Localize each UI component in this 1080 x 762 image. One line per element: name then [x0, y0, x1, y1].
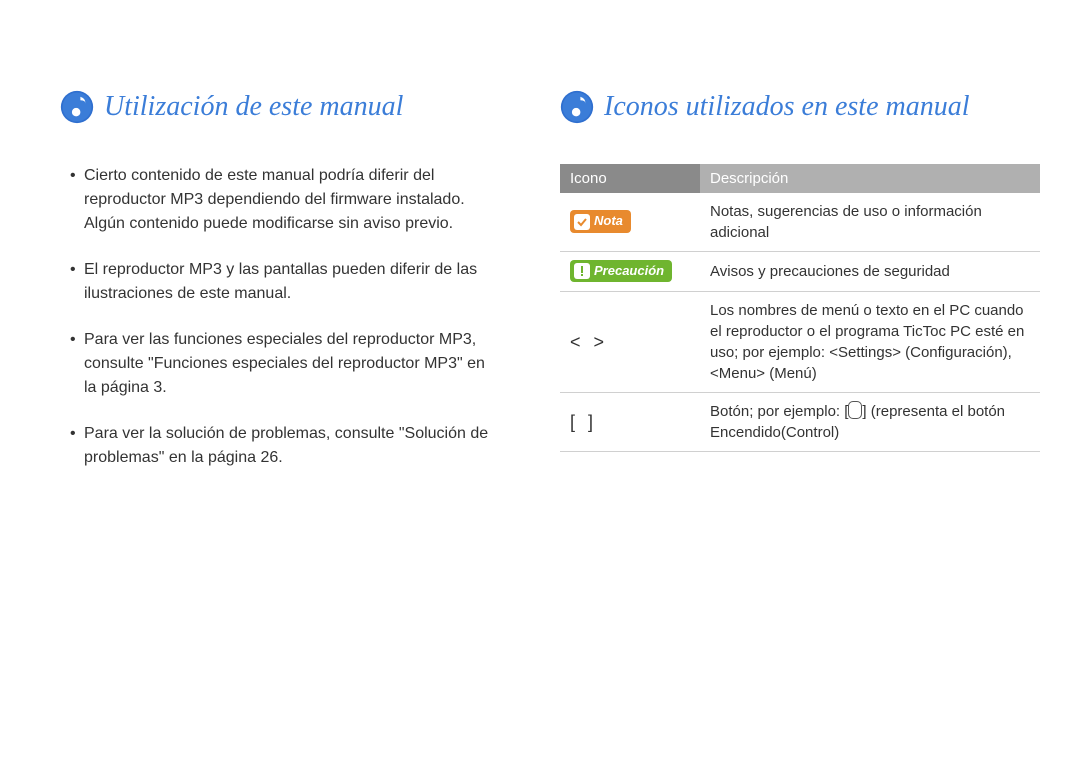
icon-cell-bracket: [ ]: [560, 393, 700, 452]
bullet-item: El reproductor MP3 y las pantallas puede…: [70, 258, 500, 306]
music-note-icon: [60, 90, 94, 124]
header-descripcion: Descripción: [700, 164, 1040, 193]
table-row: Precaución Avisos y precauciones de segu…: [560, 252, 1040, 292]
bullet-item: Para ver la solución de problemas, consu…: [70, 422, 500, 470]
icons-table: Icono Descripción Nota Notas, sugerenci: [560, 164, 1040, 452]
table-row: [ ] Botón; por ejemplo: [] (representa e…: [560, 393, 1040, 452]
right-column: Iconos utilizados en este manual Icono D…: [560, 90, 1040, 492]
table-row: < > Los nombres de menú o texto en el PC…: [560, 292, 1040, 393]
precaucion-badge: Precaución: [570, 260, 672, 282]
header-icono: Icono: [560, 164, 700, 193]
desc-cell: Botón; por ejemplo: [] (representa el bo…: [700, 393, 1040, 452]
button-glyph-icon: [848, 401, 862, 419]
left-bullet-list: Cierto contenido de este manual podría d…: [60, 164, 500, 470]
music-note-icon: [560, 90, 594, 124]
exclamation-icon: [574, 263, 590, 279]
table-header-row: Icono Descripción: [560, 164, 1040, 193]
nota-label: Nota: [594, 212, 623, 230]
check-icon: [574, 214, 590, 230]
desc-cell: Los nombres de menú o texto en el PC cua…: [700, 292, 1040, 393]
icon-cell-angle: < >: [560, 292, 700, 393]
right-heading: Iconos utilizados en este manual: [560, 90, 1040, 124]
manual-page: Utilización de este manual Cierto conten…: [0, 0, 1080, 532]
desc-pre: Botón; por ejemplo: [: [710, 403, 848, 420]
table-row: Nota Notas, sugerencias de uso o informa…: [560, 193, 1040, 252]
icon-cell-nota: Nota: [560, 193, 700, 252]
desc-cell: Avisos y precauciones de seguridad: [700, 252, 1040, 292]
precaucion-label: Precaución: [594, 262, 664, 280]
bullet-item: Para ver las funciones especiales del re…: [70, 328, 500, 400]
left-title: Utilización de este manual: [104, 91, 403, 123]
right-title: Iconos utilizados en este manual: [604, 91, 970, 123]
left-column: Utilización de este manual Cierto conten…: [60, 90, 500, 492]
icon-cell-precaucion: Precaución: [560, 252, 700, 292]
bullet-item: Cierto contenido de este manual podría d…: [70, 164, 500, 236]
nota-badge: Nota: [570, 210, 631, 232]
desc-cell: Notas, sugerencias de uso o información …: [700, 193, 1040, 252]
left-heading: Utilización de este manual: [60, 90, 500, 124]
